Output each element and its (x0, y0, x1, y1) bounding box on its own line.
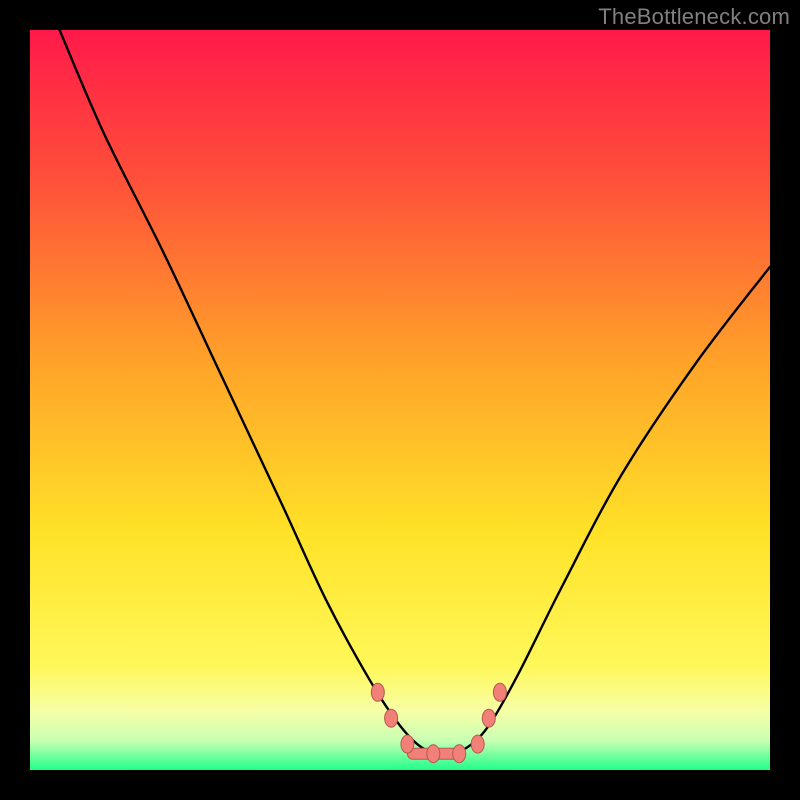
curve-marker (401, 735, 414, 753)
curve-marker (453, 745, 466, 763)
curve-marker (427, 745, 440, 763)
curve-marker (385, 709, 398, 727)
chart-background (30, 30, 770, 770)
curve-marker (482, 709, 495, 727)
chart-plot (30, 30, 770, 770)
curve-marker (471, 735, 484, 753)
curve-marker (493, 683, 506, 701)
curve-marker (371, 683, 384, 701)
watermark-text: TheBottleneck.com (598, 4, 790, 30)
chart-frame: TheBottleneck.com (0, 0, 800, 800)
